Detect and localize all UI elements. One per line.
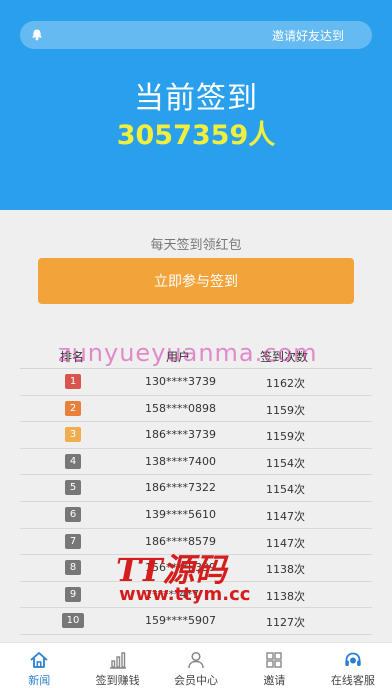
rank-badge: 5 bbox=[65, 480, 81, 496]
rank-count: 1154次 bbox=[266, 483, 305, 497]
notice-bar[interactable]: 邀请好友达到 bbox=[20, 21, 372, 49]
ranking-row: 7 186****8579 1147次 bbox=[20, 529, 372, 556]
rank-user: 156****8339 bbox=[145, 561, 216, 575]
rank-badge: 10 bbox=[62, 613, 84, 629]
tab-online-service[interactable]: 在线客服 bbox=[314, 643, 392, 688]
tab-member-center[interactable]: 会员中心 bbox=[157, 643, 235, 688]
rank-count: 1154次 bbox=[266, 456, 305, 470]
signin-button[interactable]: 立即参与签到 bbox=[38, 258, 354, 304]
ranking-row: 10 159****5907 1127次 bbox=[20, 608, 372, 635]
rank-count: 1159次 bbox=[266, 430, 305, 444]
tab-label: 会员中心 bbox=[174, 674, 219, 687]
ranking-header: 排名 用户 签到次数 bbox=[20, 344, 372, 369]
ranking-row: 3 186****3739 1159次 bbox=[20, 422, 372, 449]
rank-count: 1162次 bbox=[266, 377, 305, 390]
ranking-row: 9 1*****4*7 1138次 bbox=[20, 582, 372, 609]
headset-icon bbox=[342, 649, 364, 671]
hero-banner: 邀请好友达到 当前签到 3057359人 bbox=[0, 0, 392, 210]
rank-badge: 8 bbox=[65, 560, 81, 576]
rank-user: 159****5907 bbox=[145, 614, 216, 628]
rank-user: 138****7400 bbox=[145, 454, 216, 468]
rank-badge: 7 bbox=[65, 533, 81, 549]
tab-label: 邀请 bbox=[263, 674, 286, 687]
home-icon bbox=[28, 649, 50, 671]
ranking-row: 2 158****0898 1159次 bbox=[20, 396, 372, 423]
header-rank: 排名 bbox=[60, 350, 85, 364]
rank-user: 186****7322 bbox=[145, 481, 216, 495]
rank-user: 1*****4*7 bbox=[145, 587, 199, 601]
bottom-tabbar: 新闻 签到赚钱 会员中心 邀请 在线客服 bbox=[0, 642, 392, 688]
ranking-row: 4 138****7400 1154次 bbox=[20, 449, 372, 476]
ranking-row: 5 186****7322 1154次 bbox=[20, 475, 372, 502]
header-count: 签到次数 bbox=[260, 350, 309, 364]
rank-badge: 6 bbox=[65, 506, 81, 522]
rank-user: 139****5610 bbox=[145, 507, 216, 521]
rank-badge: 3 bbox=[65, 427, 81, 443]
checkin-count: 3057359人 bbox=[116, 120, 276, 151]
rank-user: 158****0898 bbox=[145, 401, 216, 415]
rank-badge: 4 bbox=[65, 453, 81, 469]
tab-invite[interactable]: 邀请 bbox=[235, 643, 313, 688]
tab-news[interactable]: 新闻 bbox=[0, 643, 78, 688]
notice-text: 邀请好友达到 bbox=[272, 29, 345, 43]
tab-label: 在线客服 bbox=[330, 674, 375, 687]
tab-signin-earn[interactable]: 签到赚钱 bbox=[78, 643, 156, 688]
header-user: 用户 bbox=[166, 350, 191, 364]
rank-count: 1138次 bbox=[266, 563, 305, 577]
rank-count: 1138次 bbox=[266, 589, 305, 603]
rank-badge: 1 bbox=[65, 374, 81, 389]
rank-badge: 9 bbox=[65, 586, 81, 602]
rank-user: 186****8579 bbox=[145, 534, 216, 548]
rank-count: 1127次 bbox=[266, 616, 305, 630]
tab-label: 签到赚钱 bbox=[95, 674, 140, 687]
rank-count: 1147次 bbox=[266, 509, 305, 523]
rank-count: 1159次 bbox=[266, 403, 305, 417]
ranking-row: 6 139****5610 1147次 bbox=[20, 502, 372, 529]
hero-title: 当前签到 bbox=[134, 81, 258, 116]
rank-user: 130****3739 bbox=[145, 375, 216, 388]
rank-count: 1147次 bbox=[266, 536, 305, 550]
rank-user: 186****3739 bbox=[145, 428, 216, 442]
tab-label: 新闻 bbox=[28, 674, 51, 687]
ranking-table: 排名 用户 签到次数 1 130****3739 1162次 2 158****0898… bbox=[20, 344, 372, 635]
user-icon bbox=[185, 649, 207, 671]
bar-chart-icon bbox=[107, 649, 129, 671]
ranking-row: 1 130****3739 1162次 bbox=[20, 369, 372, 396]
ranking-row: 8 156****8339 1138次 bbox=[20, 555, 372, 582]
signin-subtitle: 每天签到领红包 bbox=[150, 238, 242, 253]
rank-badge: 2 bbox=[65, 400, 81, 416]
grid-icon bbox=[263, 649, 285, 671]
notice-bell-icon bbox=[29, 27, 45, 43]
